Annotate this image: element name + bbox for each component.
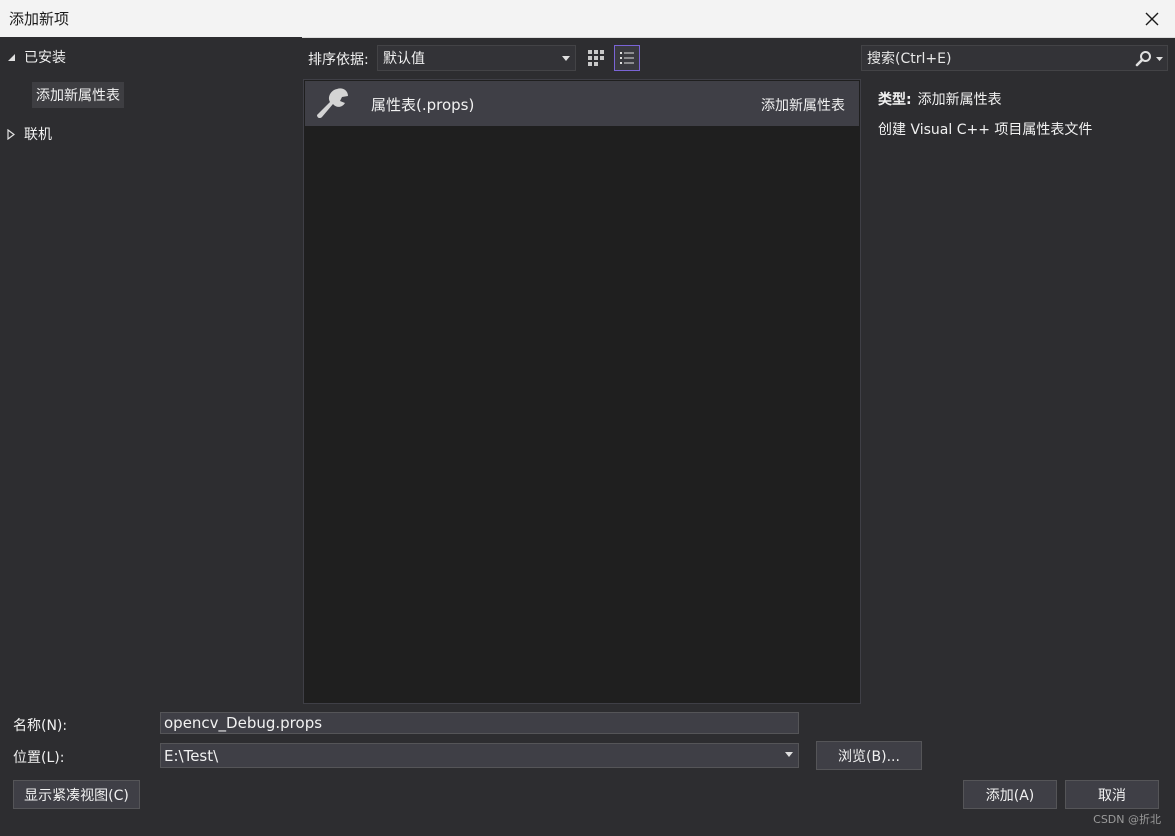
close-icon xyxy=(1145,12,1159,25)
details-type: 类型: 添加新属性表 xyxy=(878,89,1002,109)
add-button-label: 添加(A) xyxy=(985,787,1035,804)
details-panel: 类型: 添加新属性表 创建 Visual C++ 项目属性表文件 xyxy=(862,79,1175,704)
browse-button[interactable]: 浏览(B)... xyxy=(816,741,922,770)
name-field-value: opencv_Debug.props xyxy=(164,714,323,732)
grid-view-button[interactable] xyxy=(583,45,609,71)
compact-view-button-label: 显示紧凑视图(C) xyxy=(24,787,129,804)
template-category: 添加新属性表 xyxy=(761,98,845,114)
title-bar: 添加新项 xyxy=(0,0,1175,38)
location-field[interactable]: E:\Test\ xyxy=(160,743,799,768)
details-type-value: 添加新属性表 xyxy=(917,92,1002,108)
search-placeholder: 搜索(Ctrl+E) xyxy=(867,51,952,67)
tree-node-add-property-sheet[interactable]: 添加新属性表 xyxy=(32,82,124,108)
add-new-item-dialog: 添加新项 已安装 添加新属性表 联机 排序依据: 默认值 搜索(Ctrl+E) … xyxy=(0,0,1175,836)
cancel-button-label: 取消 xyxy=(1098,787,1126,804)
name-field[interactable]: opencv_Debug.props xyxy=(160,712,799,734)
list-item[interactable]: 属性表(.props) 添加新属性表 xyxy=(305,81,859,126)
browse-button-label: 浏览(B)... xyxy=(838,748,900,765)
tree-node-installed-label: 已安装 xyxy=(24,50,66,66)
list-view-button[interactable] xyxy=(614,45,640,71)
cancel-button[interactable]: 取消 xyxy=(1065,780,1159,809)
window-title: 添加新项 xyxy=(9,10,70,28)
tree-node-add-property-sheet-label: 添加新属性表 xyxy=(36,88,120,104)
compact-view-button[interactable]: 显示紧凑视图(C) xyxy=(13,780,140,809)
search-icon[interactable] xyxy=(1135,50,1152,67)
chevron-down-icon[interactable] xyxy=(1156,56,1163,61)
template-list: 属性表(.props) 添加新属性表 xyxy=(303,79,861,704)
chevron-down-icon[interactable] xyxy=(785,752,793,757)
name-label: 名称(N): xyxy=(13,718,68,734)
sort-by-value: 默认值 xyxy=(383,51,425,67)
expanded-arrow-icon xyxy=(4,53,18,62)
tree-node-online-label: 联机 xyxy=(24,127,52,143)
collapsed-arrow-icon xyxy=(4,128,18,140)
close-button[interactable] xyxy=(1129,0,1175,37)
search-input[interactable]: 搜索(Ctrl+E) xyxy=(861,45,1168,71)
sort-by-label: 排序依据: xyxy=(308,52,369,68)
list-view-icon xyxy=(620,52,634,64)
add-button[interactable]: 添加(A) xyxy=(963,780,1057,809)
chevron-down-icon xyxy=(562,56,570,61)
bottom-form: 名称(N): opencv_Debug.props 位置(L): E:\Test… xyxy=(0,705,1175,836)
location-field-value: E:\Test\ xyxy=(164,746,219,765)
location-label: 位置(L): xyxy=(13,750,65,766)
grid-view-icon xyxy=(588,50,604,66)
sort-by-dropdown[interactable]: 默认值 xyxy=(377,45,576,71)
watermark: CSDN @折北 xyxy=(1093,813,1161,826)
category-tree: 已安装 添加新属性表 联机 xyxy=(0,37,302,705)
template-name: 属性表(.props) xyxy=(371,96,475,114)
details-description: 创建 Visual C++ 项目属性表文件 xyxy=(878,122,1093,138)
details-type-label: 类型: xyxy=(878,92,912,108)
tree-node-online[interactable]: 联机 xyxy=(4,124,52,144)
wrench-icon xyxy=(315,87,351,125)
tree-node-installed[interactable]: 已安装 xyxy=(4,47,66,67)
